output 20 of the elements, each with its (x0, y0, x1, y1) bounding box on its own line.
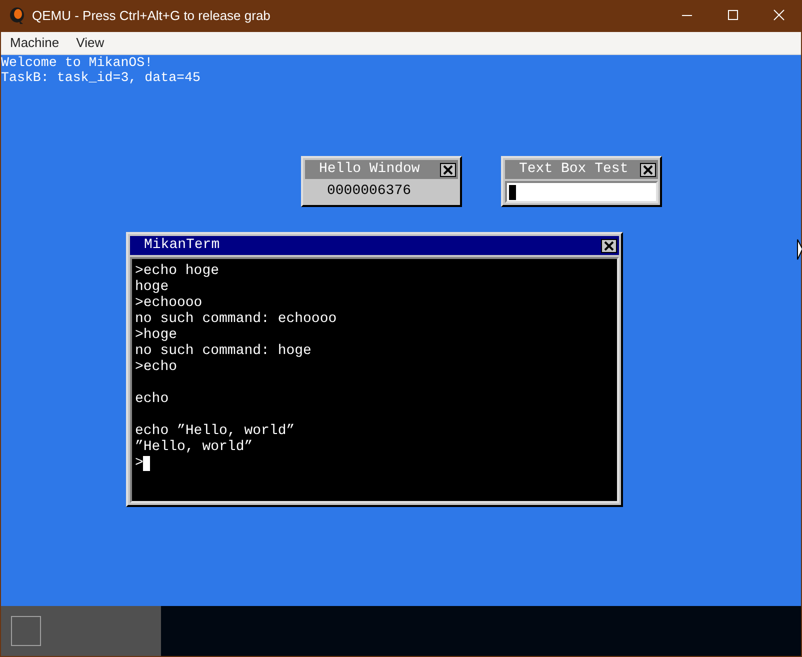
terminal-line: no such command: echoooo (135, 311, 338, 327)
terminal-line: echo (135, 391, 170, 407)
terminal-line: ”Hello, world” (135, 439, 254, 455)
terminal-line: >hoge (135, 327, 178, 343)
menu-item[interactable]: View (76, 33, 104, 53)
terminal-line: >echoooo (135, 295, 204, 311)
window-title: QEMU - Press Ctrl+Alt+G to release grab (32, 7, 270, 26)
terminal-line: no such command: hoge (135, 343, 312, 359)
terminal-prompt: > (135, 455, 144, 471)
window-title: MikanTerm (143, 236, 220, 255)
terminal-line: hoge (135, 279, 170, 295)
terminal-line: echo ”Hello, world” (135, 423, 296, 439)
console-text: TaskB: task_id=3, data=45 (1, 70, 202, 85)
terminal-line: >echo hoge (135, 263, 220, 279)
counter-text: 0000006376 (327, 182, 412, 200)
window-title: Hello Window (318, 160, 420, 179)
menu-item[interactable]: Machine (10, 33, 60, 53)
console-text: Welcome to MikanOS! (1, 55, 154, 70)
terminal-line: >echo (135, 359, 178, 375)
window-title: Text Box Test (518, 160, 628, 179)
